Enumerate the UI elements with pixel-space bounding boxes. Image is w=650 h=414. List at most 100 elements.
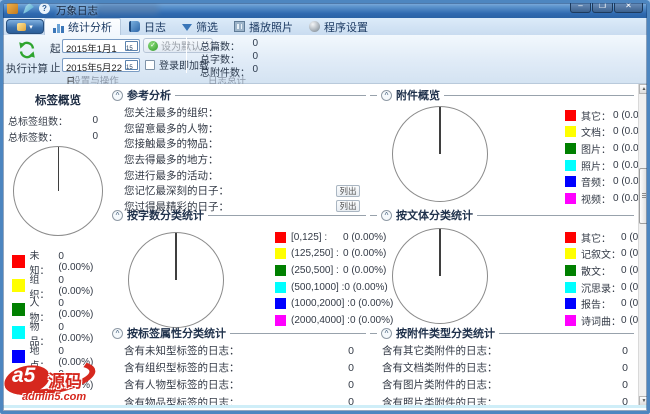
legend-swatch [565, 281, 576, 293]
tab-play-photos[interactable]: 播放照片 [226, 18, 301, 35]
stat-row: 含有组织型标签的日志： 0 [112, 359, 366, 376]
reference-item: 您去得最多的地方： [112, 152, 366, 168]
row-label: 含有文档类附件的日志： [382, 362, 498, 375]
legend-swatch [275, 298, 286, 310]
legend-swatch [275, 314, 286, 326]
maximize-button[interactable]: ❐ [592, 0, 613, 13]
content-area: 标签概览 总标签组数： 0 总标签数： 0 未知： 0 (0.00%) 组织： 0 … [0, 84, 650, 409]
pie-chart-tags [13, 146, 103, 236]
reference-item: 您留意最多的人物： [112, 121, 366, 137]
legend-swatch [565, 248, 576, 260]
calendar-picker-icon[interactable]: 15 [125, 60, 138, 71]
calendar-picker-icon[interactable]: 15 [125, 41, 138, 52]
section-attachment-overview: ^ 附件概览 其它：0 (0.00%) 文档：0 (0.00%) 图片：0 (0… [370, 88, 650, 206]
journal-icon [129, 21, 140, 32]
legend-swatch [565, 298, 576, 310]
stamp-icon[interactable] [7, 3, 18, 14]
close-button[interactable]: ✕ [614, 0, 643, 13]
vertical-scrollbar[interactable]: ▲ ▼ [638, 84, 649, 406]
reference-label: 您留意最多的人物： [124, 122, 219, 135]
date-from-input[interactable]: 2015年1月1日 15 [62, 39, 140, 69]
minimize-button[interactable]: – [570, 0, 591, 13]
section-tag-attribute-stats: ^ 按标签属性分类统计 含有未知型标签的日志： 0 含有组织型标签的日志： 0 含有… [112, 326, 366, 411]
date-to-input[interactable]: 2015年5月22日 15 [62, 58, 140, 88]
pencil-icon[interactable] [23, 3, 34, 14]
row-value: 0 [348, 344, 354, 357]
stat-row: 含有物品型标签的日志： 0 [112, 394, 366, 411]
section-rule [477, 214, 634, 216]
tab-filter[interactable]: 筛选 [174, 18, 226, 41]
legend-swatch [12, 255, 25, 269]
section-genre-stats: ^ 按文体分类统计 其它：0 (0.00%) 记叙文：0 (0.00%) 散文：… [370, 208, 650, 328]
section-rule [230, 332, 366, 334]
pie-chart-word-count [128, 232, 224, 328]
legend-item: [0,125] : 0 (0.00%) [275, 229, 393, 246]
ribbon-group-separator [186, 37, 187, 73]
legend-value: 0 (0.00%) [58, 298, 94, 321]
scroll-up-icon[interactable]: ▲ [639, 84, 649, 94]
tab-label: 统计分析 [68, 22, 112, 34]
dropdown-icon: ▾ [29, 23, 33, 31]
legend-swatch [12, 326, 25, 340]
reference-item: 您接触最多的物品： [112, 136, 366, 152]
stat-row: 含有图片类附件的日志： 0 [370, 376, 634, 393]
tab-label: 播放照片 [249, 21, 293, 34]
legend-label: (2000,4000] : [291, 314, 350, 326]
tab-program-settings[interactable]: 程序设置 [301, 18, 376, 35]
reference-label: 您关注最多的组织： [124, 107, 219, 120]
legend-label: (1000,2000] : [291, 298, 350, 310]
bar-chart-icon [53, 22, 64, 33]
collapse-icon[interactable]: ^ [381, 209, 392, 221]
legend-label: (125,250] : [291, 248, 339, 260]
legend-item: (250,500] : 0 (0.00%) [275, 262, 393, 279]
set-default-label: 设为默认 [161, 42, 201, 53]
legend-label: (500,1000] : [291, 281, 345, 293]
scrollbar-thumb[interactable] [639, 168, 649, 224]
reference-item: 您关注最多的组织： [112, 105, 366, 121]
legend-label: 沉思录： [581, 283, 621, 295]
collapse-icon[interactable]: ^ [112, 89, 123, 101]
login-load-checkbox[interactable] [145, 59, 155, 70]
legend-value: 0 (0.00%) [58, 250, 94, 273]
legend-item: (500,1000] :0 (0.00%) [275, 279, 393, 296]
tab-journal[interactable]: 日志 [121, 18, 174, 35]
legend-swatch [565, 109, 576, 121]
reference-item: 您进行最多的活动： [112, 167, 366, 183]
refresh-icon [19, 41, 35, 59]
help-icon[interactable]: ? [39, 3, 50, 14]
collapse-icon[interactable]: ^ [112, 209, 123, 221]
stat-row: 含有人物型标签的日志： 0 [112, 376, 366, 393]
legend-label: 其它： [581, 233, 611, 245]
title-bar: ? 万象日志 – ❐ ✕ [0, 0, 650, 18]
pie-chart-attachments [392, 106, 488, 202]
list-button[interactable]: 列出 [336, 184, 360, 197]
stat-row: 含有文档类附件的日志： 0 [370, 359, 634, 376]
legend-swatch [275, 248, 286, 260]
word-count-legend: [0,125] :0 (0.00%) (125,250] :0 (0.00%) … [275, 229, 393, 329]
app-menu-button[interactable]: ▾ [6, 19, 44, 34]
section-title: 附件概览 [396, 90, 440, 102]
stat-value: 0 [92, 130, 98, 142]
row-value: 0 [348, 361, 354, 374]
tab-statistics[interactable]: 统计分析 [44, 18, 121, 35]
reference-label: 您记忆最深刻的日子： [124, 185, 229, 198]
tag-count: 总标签数： 0 [8, 128, 108, 144]
collapse-icon[interactable]: ^ [381, 89, 392, 101]
collapse-icon[interactable]: ^ [112, 327, 123, 339]
legend-value: 0 (0.00%) [58, 321, 94, 344]
watermark-domain: admin5.com [22, 391, 87, 403]
stat-row: 含有照片类附件的日志： 0 [370, 394, 634, 411]
tab-label: 程序设置 [324, 21, 368, 34]
section-rule [370, 214, 377, 216]
legend-swatch [565, 264, 576, 276]
section-title: 按字数分类统计 [127, 210, 204, 222]
section-title: 按标签属性分类统计 [127, 328, 226, 340]
collapse-icon[interactable]: ^ [381, 327, 392, 339]
watermark-cn-text: 源码 [48, 372, 82, 391]
window-controls: – ❐ ✕ [569, 0, 643, 13]
filmstrip-icon [234, 21, 245, 32]
legend-value: 0 (0.00%) [58, 274, 94, 297]
legend-value: 0 (0.00%) [344, 281, 388, 293]
reference-item: 您记忆最深刻的日子： 列出 [112, 183, 366, 199]
legend-swatch [275, 281, 286, 293]
